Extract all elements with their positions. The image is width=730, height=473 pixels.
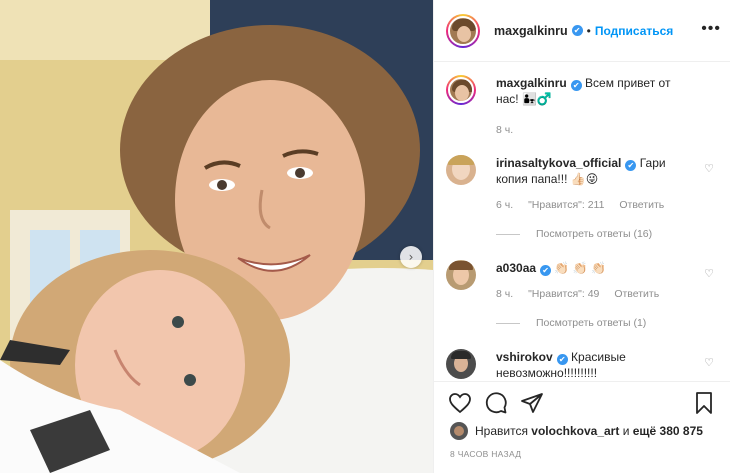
commenter-avatar[interactable] bbox=[446, 349, 476, 379]
comment-time[interactable]: 6 ч. bbox=[496, 199, 513, 211]
comment-time[interactable]: 8 ч. bbox=[496, 288, 513, 300]
comment-text: 👏🏻 👏🏻 👏🏻 bbox=[554, 261, 606, 275]
verified-badge-icon: ✔ bbox=[556, 354, 568, 365]
post-side-panel: maxgalkinru ✔ • Подписаться ••• maxgalki… bbox=[433, 0, 730, 473]
verified-badge-icon: ✔ bbox=[625, 160, 637, 171]
comment-like-icon[interactable]: ♡ bbox=[703, 163, 715, 175]
bookmark-icon[interactable] bbox=[692, 391, 716, 415]
verified-badge-icon: ✔ bbox=[570, 80, 582, 91]
reply-button[interactable]: Ответить bbox=[614, 288, 659, 300]
view-replies-button[interactable]: Посмотреть ответы (16) bbox=[496, 228, 652, 240]
post-timestamp[interactable]: 8 ЧАСОВ НАЗАД bbox=[450, 449, 521, 459]
liked-by: Нравится volochkova_art и ещё 380 875 bbox=[450, 422, 703, 440]
comment-icon[interactable] bbox=[484, 391, 508, 415]
commenter-username[interactable]: irinasaltykova_official bbox=[496, 156, 621, 170]
chevron-right-icon: › bbox=[408, 250, 414, 264]
photo-illustration bbox=[0, 0, 433, 473]
caption-time[interactable]: 8 ч. bbox=[496, 124, 513, 136]
verified-badge-icon: ✔ bbox=[571, 25, 583, 36]
likes-count[interactable]: ещё 380 875 bbox=[633, 424, 703, 438]
comment-likes[interactable]: "Нравится": 211 bbox=[528, 199, 604, 211]
reply-button[interactable]: Ответить bbox=[619, 199, 664, 211]
comment-item: a030aa ✔ 👏🏻 👏🏻 👏🏻 ♡ 8 ч. "Нравится": 49 О… bbox=[446, 260, 721, 340]
profile-avatar[interactable] bbox=[446, 13, 480, 48]
caption-avatar[interactable] bbox=[446, 75, 476, 105]
liker-username[interactable]: volochkova_art bbox=[531, 424, 619, 438]
heart-icon[interactable] bbox=[448, 391, 472, 415]
comment-item: vshirokov ✔ Красивые невозможно!!!!!!!!!!… bbox=[446, 349, 721, 381]
share-icon[interactable] bbox=[520, 391, 544, 415]
next-photo-button[interactable]: › bbox=[400, 246, 422, 268]
post-photo[interactable]: › bbox=[0, 0, 433, 473]
commenter-avatar[interactable] bbox=[446, 260, 476, 290]
caption: maxgalkinru ✔ Всем привет от нас! 👨‍👧‍♂ 8… bbox=[446, 75, 721, 145]
more-options-icon[interactable]: ••• bbox=[701, 21, 721, 37]
verified-badge-icon: ✔ bbox=[540, 265, 552, 276]
liker-avatar[interactable] bbox=[450, 422, 468, 440]
follow-button[interactable]: Подписаться bbox=[595, 24, 673, 38]
commenter-username[interactable]: vshirokov bbox=[496, 350, 553, 364]
replies-divider bbox=[496, 233, 520, 235]
comment-like-icon[interactable]: ♡ bbox=[703, 268, 715, 280]
view-replies-button[interactable]: Посмотреть ответы (1) bbox=[496, 317, 646, 329]
comment-item: irinasaltykova_official ✔ Гари копия папа… bbox=[446, 155, 721, 245]
separator-dot: • bbox=[586, 23, 591, 38]
comment-like-icon[interactable]: ♡ bbox=[703, 357, 715, 369]
instagram-post: › maxgalkinru ✔ • Подписаться ••• maxgal… bbox=[0, 0, 730, 473]
header-username[interactable]: maxgalkinru bbox=[494, 24, 568, 38]
commenter-username[interactable]: a030aa bbox=[496, 261, 536, 275]
post-header: maxgalkinru ✔ • Подписаться ••• bbox=[434, 0, 730, 62]
caption-username[interactable]: maxgalkinru bbox=[496, 76, 567, 90]
comment-likes[interactable]: "Нравится": 49 bbox=[528, 288, 599, 300]
post-actions: Нравится volochkova_art и ещё 380 875 8 … bbox=[434, 381, 730, 473]
comments-list[interactable]: maxgalkinru ✔ Всем привет от нас! 👨‍👧‍♂ 8… bbox=[434, 63, 730, 381]
replies-divider bbox=[496, 322, 520, 324]
commenter-avatar[interactable] bbox=[446, 155, 476, 185]
